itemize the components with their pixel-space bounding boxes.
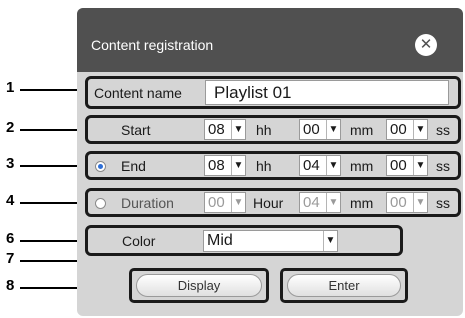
dialog-title: Content registration	[91, 37, 214, 53]
content-name-row: Content name Playlist 01	[85, 76, 461, 109]
end-radio[interactable]	[95, 161, 106, 172]
duration-label: Duration	[121, 195, 174, 211]
color-value: Mid	[207, 232, 233, 249]
start-hours-select[interactable]: 08 ▼	[204, 119, 246, 140]
callout-3-leader	[20, 161, 88, 171]
dialog-titlebar: Content registration ✕	[77, 8, 463, 72]
duration-hours-select[interactable]: 00 ▼	[204, 192, 246, 213]
end-hours-select[interactable]: 08 ▼	[204, 155, 246, 176]
start-label: Start	[121, 122, 151, 138]
end-minutes-unit: mm	[350, 158, 374, 174]
start-minutes-select[interactable]: 00 ▼	[299, 119, 341, 140]
callout-1: 1	[6, 79, 15, 96]
duration-seconds-unit: ss	[436, 195, 450, 211]
start-hours-value: 08	[208, 121, 225, 138]
end-row: End 08 ▼ hh 04 ▼ mm 00 ▼ ss	[85, 151, 461, 180]
callout-6-leader	[20, 236, 88, 246]
display-button-frame: Display	[129, 268, 269, 303]
duration-minutes-unit: mm	[350, 195, 374, 211]
callout-6: 6	[6, 230, 15, 247]
end-minutes-select[interactable]: 04 ▼	[299, 155, 341, 176]
start-hours-unit: hh	[256, 122, 272, 138]
enter-button-frame: Enter	[280, 268, 408, 303]
start-seconds-select[interactable]: 00 ▼	[386, 119, 428, 140]
end-label: End	[121, 158, 146, 174]
start-seconds-unit: ss	[436, 122, 450, 138]
end-minutes-value: 04	[303, 157, 320, 174]
color-label: Color	[122, 233, 156, 249]
chevron-down-icon: ▼	[231, 120, 245, 139]
end-hours-unit: hh	[256, 158, 272, 174]
content-name-label: Content name	[94, 85, 182, 101]
chevron-down-icon: ▼	[231, 193, 245, 212]
duration-hours-unit: Hour	[253, 195, 284, 211]
color-row: Color Mid ▼	[85, 225, 403, 256]
end-hours-value: 08	[208, 157, 225, 174]
content-name-input[interactable]: Playlist 01	[205, 80, 449, 105]
chevron-down-icon: ▼	[326, 193, 340, 212]
chevron-down-icon: ▼	[323, 231, 337, 251]
callout-4-leader	[20, 198, 88, 208]
callout-1-leader	[20, 85, 88, 95]
duration-hours-value: 00	[208, 194, 225, 211]
end-seconds-unit: ss	[436, 158, 450, 174]
callout-7: 7	[6, 250, 15, 267]
start-row: Start 08 ▼ hh 00 ▼ mm 00 ▼ ss	[85, 115, 461, 144]
chevron-down-icon: ▼	[326, 120, 340, 139]
content-registration-dialog: Content registration ✕ Content name Play…	[77, 8, 463, 316]
close-icon[interactable]: ✕	[415, 34, 437, 56]
callout-2-leader	[20, 125, 88, 135]
start-minutes-value: 00	[303, 121, 320, 138]
enter-button[interactable]: Enter	[287, 274, 401, 297]
chevron-down-icon: ▼	[231, 156, 245, 175]
chevron-down-icon: ▼	[326, 156, 340, 175]
end-seconds-select[interactable]: 00 ▼	[386, 155, 428, 176]
color-select[interactable]: Mid ▼	[203, 230, 338, 252]
callout-2: 2	[6, 119, 15, 136]
start-seconds-value: 00	[390, 121, 407, 138]
chevron-down-icon: ▼	[413, 156, 427, 175]
duration-row: Duration 00 ▼ Hour 04 ▼ mm 00 ▼ ss	[85, 188, 461, 217]
content-name-value: Playlist 01	[214, 83, 292, 102]
duration-seconds-value: 00	[390, 194, 407, 211]
callout-4: 4	[6, 192, 15, 209]
display-button[interactable]: Display	[136, 274, 262, 297]
duration-seconds-select[interactable]: 00 ▼	[386, 192, 428, 213]
callout-3: 3	[6, 155, 15, 172]
start-minutes-unit: mm	[350, 122, 374, 138]
chevron-down-icon: ▼	[413, 193, 427, 212]
duration-minutes-select[interactable]: 04 ▼	[299, 192, 341, 213]
chevron-down-icon: ▼	[413, 120, 427, 139]
callout-8: 8	[6, 277, 15, 294]
duration-radio[interactable]	[95, 198, 106, 209]
end-seconds-value: 00	[390, 157, 407, 174]
duration-minutes-value: 04	[303, 194, 320, 211]
